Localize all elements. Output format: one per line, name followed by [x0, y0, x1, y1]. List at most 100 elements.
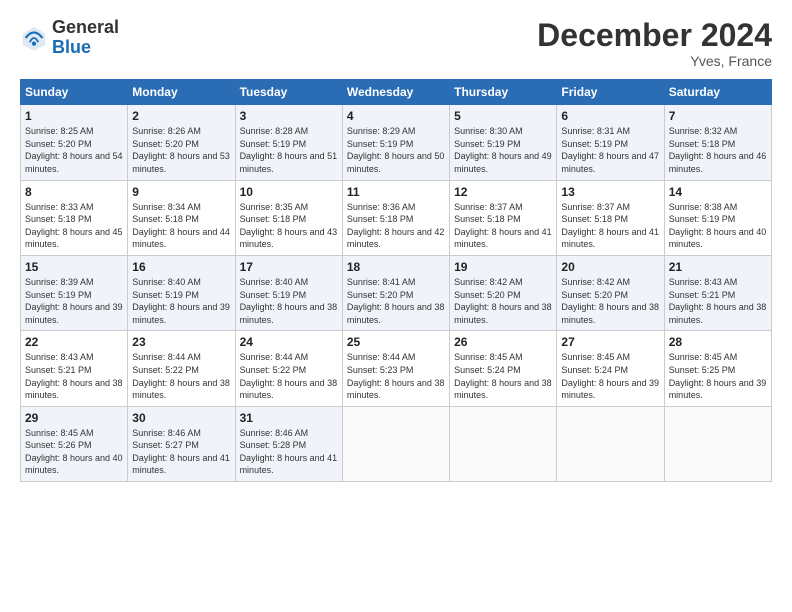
table-row: 11 Sunrise: 8:36 AMSunset: 5:18 PMDaylig… — [342, 180, 449, 255]
table-row: 6 Sunrise: 8:31 AMSunset: 5:19 PMDayligh… — [557, 105, 664, 180]
table-row: 4 Sunrise: 8:29 AMSunset: 5:19 PMDayligh… — [342, 105, 449, 180]
day-number: 24 — [240, 335, 338, 349]
table-row — [450, 406, 557, 481]
day-info: Sunrise: 8:31 AMSunset: 5:19 PMDaylight:… — [561, 126, 659, 174]
day-info: Sunrise: 8:37 AMSunset: 5:18 PMDaylight:… — [561, 202, 659, 250]
day-number: 16 — [132, 260, 230, 274]
calendar-week-row: 1 Sunrise: 8:25 AMSunset: 5:20 PMDayligh… — [21, 105, 772, 180]
day-info: Sunrise: 8:44 AMSunset: 5:22 PMDaylight:… — [132, 352, 230, 400]
table-row: 31 Sunrise: 8:46 AMSunset: 5:28 PMDaylig… — [235, 406, 342, 481]
day-number: 17 — [240, 260, 338, 274]
day-number: 29 — [25, 411, 123, 425]
day-info: Sunrise: 8:45 AMSunset: 5:24 PMDaylight:… — [561, 352, 659, 400]
header-saturday: Saturday — [664, 80, 771, 105]
table-row: 17 Sunrise: 8:40 AMSunset: 5:19 PMDaylig… — [235, 255, 342, 330]
day-info: Sunrise: 8:42 AMSunset: 5:20 PMDaylight:… — [454, 277, 552, 325]
day-number: 28 — [669, 335, 767, 349]
table-row: 23 Sunrise: 8:44 AMSunset: 5:22 PMDaylig… — [128, 331, 235, 406]
table-row: 26 Sunrise: 8:45 AMSunset: 5:24 PMDaylig… — [450, 331, 557, 406]
day-info: Sunrise: 8:32 AMSunset: 5:18 PMDaylight:… — [669, 126, 767, 174]
day-number: 30 — [132, 411, 230, 425]
table-row: 22 Sunrise: 8:43 AMSunset: 5:21 PMDaylig… — [21, 331, 128, 406]
table-row: 15 Sunrise: 8:39 AMSunset: 5:19 PMDaylig… — [21, 255, 128, 330]
table-row: 10 Sunrise: 8:35 AMSunset: 5:18 PMDaylig… — [235, 180, 342, 255]
day-info: Sunrise: 8:45 AMSunset: 5:25 PMDaylight:… — [669, 352, 767, 400]
day-info: Sunrise: 8:44 AMSunset: 5:22 PMDaylight:… — [240, 352, 338, 400]
day-number: 19 — [454, 260, 552, 274]
table-row: 21 Sunrise: 8:43 AMSunset: 5:21 PMDaylig… — [664, 255, 771, 330]
day-info: Sunrise: 8:45 AMSunset: 5:24 PMDaylight:… — [454, 352, 552, 400]
table-row: 14 Sunrise: 8:38 AMSunset: 5:19 PMDaylig… — [664, 180, 771, 255]
calendar-week-row: 22 Sunrise: 8:43 AMSunset: 5:21 PMDaylig… — [21, 331, 772, 406]
day-number: 20 — [561, 260, 659, 274]
day-info: Sunrise: 8:45 AMSunset: 5:26 PMDaylight:… — [25, 428, 123, 476]
day-number: 31 — [240, 411, 338, 425]
day-number: 1 — [25, 109, 123, 123]
logo-text: General Blue — [52, 18, 119, 58]
table-row: 7 Sunrise: 8:32 AMSunset: 5:18 PMDayligh… — [664, 105, 771, 180]
day-info: Sunrise: 8:26 AMSunset: 5:20 PMDaylight:… — [132, 126, 230, 174]
table-row: 28 Sunrise: 8:45 AMSunset: 5:25 PMDaylig… — [664, 331, 771, 406]
table-row: 3 Sunrise: 8:28 AMSunset: 5:19 PMDayligh… — [235, 105, 342, 180]
day-number: 12 — [454, 185, 552, 199]
logo-blue-text: Blue — [52, 37, 91, 57]
day-info: Sunrise: 8:28 AMSunset: 5:19 PMDaylight:… — [240, 126, 338, 174]
day-number: 11 — [347, 185, 445, 199]
table-row — [664, 406, 771, 481]
day-number: 3 — [240, 109, 338, 123]
table-row: 18 Sunrise: 8:41 AMSunset: 5:20 PMDaylig… — [342, 255, 449, 330]
day-info: Sunrise: 8:43 AMSunset: 5:21 PMDaylight:… — [25, 352, 123, 400]
day-number: 23 — [132, 335, 230, 349]
month-title: December 2024 — [537, 18, 772, 53]
table-row: 29 Sunrise: 8:45 AMSunset: 5:26 PMDaylig… — [21, 406, 128, 481]
day-info: Sunrise: 8:43 AMSunset: 5:21 PMDaylight:… — [669, 277, 767, 325]
day-info: Sunrise: 8:34 AMSunset: 5:18 PMDaylight:… — [132, 202, 230, 250]
table-row: 8 Sunrise: 8:33 AMSunset: 5:18 PMDayligh… — [21, 180, 128, 255]
table-row: 13 Sunrise: 8:37 AMSunset: 5:18 PMDaylig… — [557, 180, 664, 255]
header-tuesday: Tuesday — [235, 80, 342, 105]
location: Yves, France — [537, 53, 772, 69]
day-info: Sunrise: 8:40 AMSunset: 5:19 PMDaylight:… — [240, 277, 338, 325]
day-number: 8 — [25, 185, 123, 199]
day-info: Sunrise: 8:38 AMSunset: 5:19 PMDaylight:… — [669, 202, 767, 250]
table-row — [342, 406, 449, 481]
day-number: 18 — [347, 260, 445, 274]
page: General Blue December 2024 Yves, France … — [0, 0, 792, 492]
day-number: 7 — [669, 109, 767, 123]
logo: General Blue — [20, 18, 119, 58]
day-info: Sunrise: 8:30 AMSunset: 5:19 PMDaylight:… — [454, 126, 552, 174]
day-info: Sunrise: 8:46 AMSunset: 5:28 PMDaylight:… — [240, 428, 338, 476]
day-number: 14 — [669, 185, 767, 199]
day-info: Sunrise: 8:44 AMSunset: 5:23 PMDaylight:… — [347, 352, 445, 400]
day-info: Sunrise: 8:40 AMSunset: 5:19 PMDaylight:… — [132, 277, 230, 325]
day-info: Sunrise: 8:35 AMSunset: 5:18 PMDaylight:… — [240, 202, 338, 250]
day-info: Sunrise: 8:46 AMSunset: 5:27 PMDaylight:… — [132, 428, 230, 476]
day-info: Sunrise: 8:41 AMSunset: 5:20 PMDaylight:… — [347, 277, 445, 325]
day-info: Sunrise: 8:33 AMSunset: 5:18 PMDaylight:… — [25, 202, 123, 250]
table-row: 5 Sunrise: 8:30 AMSunset: 5:19 PMDayligh… — [450, 105, 557, 180]
table-row: 1 Sunrise: 8:25 AMSunset: 5:20 PMDayligh… — [21, 105, 128, 180]
table-row: 2 Sunrise: 8:26 AMSunset: 5:20 PMDayligh… — [128, 105, 235, 180]
day-number: 27 — [561, 335, 659, 349]
table-row: 12 Sunrise: 8:37 AMSunset: 5:18 PMDaylig… — [450, 180, 557, 255]
table-row: 16 Sunrise: 8:40 AMSunset: 5:19 PMDaylig… — [128, 255, 235, 330]
day-number: 5 — [454, 109, 552, 123]
table-row: 27 Sunrise: 8:45 AMSunset: 5:24 PMDaylig… — [557, 331, 664, 406]
header-row: Sunday Monday Tuesday Wednesday Thursday… — [21, 80, 772, 105]
table-row: 30 Sunrise: 8:46 AMSunset: 5:27 PMDaylig… — [128, 406, 235, 481]
day-info: Sunrise: 8:29 AMSunset: 5:19 PMDaylight:… — [347, 126, 445, 174]
table-row: 24 Sunrise: 8:44 AMSunset: 5:22 PMDaylig… — [235, 331, 342, 406]
day-number: 9 — [132, 185, 230, 199]
table-row — [557, 406, 664, 481]
table-row: 9 Sunrise: 8:34 AMSunset: 5:18 PMDayligh… — [128, 180, 235, 255]
day-number: 2 — [132, 109, 230, 123]
header-sunday: Sunday — [21, 80, 128, 105]
day-number: 26 — [454, 335, 552, 349]
day-number: 15 — [25, 260, 123, 274]
day-number: 25 — [347, 335, 445, 349]
header-friday: Friday — [557, 80, 664, 105]
day-info: Sunrise: 8:37 AMSunset: 5:18 PMDaylight:… — [454, 202, 552, 250]
day-number: 10 — [240, 185, 338, 199]
title-area: December 2024 Yves, France — [537, 18, 772, 69]
day-number: 22 — [25, 335, 123, 349]
